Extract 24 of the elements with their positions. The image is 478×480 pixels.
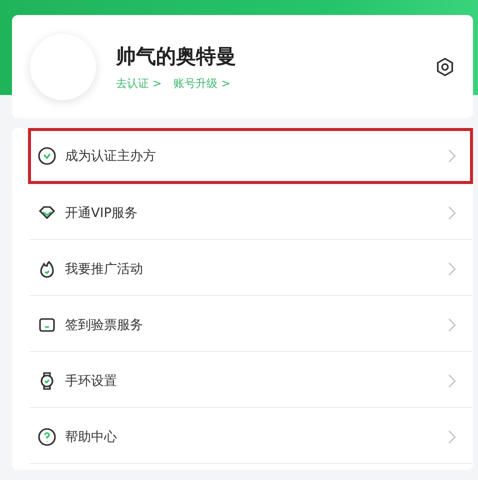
chevron-right-icon xyxy=(448,262,456,276)
menu-item[interactable]: 帮助中心 xyxy=(28,408,473,464)
menu-label: 我要推广活动 xyxy=(65,261,144,278)
menu-label: 帮助中心 xyxy=(65,429,118,446)
menu-item[interactable]: 签到验票服务 xyxy=(28,296,473,352)
menu-item[interactable]: 我要推广活动 xyxy=(28,240,473,296)
chevron-right-icon xyxy=(448,149,456,163)
menu-label: 签到验票服务 xyxy=(65,317,144,334)
flame-icon xyxy=(37,259,57,279)
chevron-right-icon xyxy=(448,318,456,332)
settings-icon[interactable] xyxy=(435,56,455,76)
menu-label: 开通VIP服务 xyxy=(65,205,139,222)
chevron-right-icon xyxy=(448,374,456,388)
chevron-right-icon xyxy=(448,430,456,444)
chevron-right-icon xyxy=(448,206,456,220)
menu-item[interactable]: 手环设置 xyxy=(28,352,473,408)
menu-item[interactable]: 开通VIP服务 xyxy=(28,184,473,240)
ticket-icon xyxy=(37,315,57,335)
check-circle-icon xyxy=(37,146,57,166)
help-icon xyxy=(37,427,57,447)
menu-label: 手环设置 xyxy=(65,373,118,390)
user-name: 帅气的奥特曼 xyxy=(116,42,237,70)
menu-label: 成为认证主办方 xyxy=(65,148,157,165)
menu-item[interactable]: 成为认证主办方 xyxy=(28,128,473,184)
